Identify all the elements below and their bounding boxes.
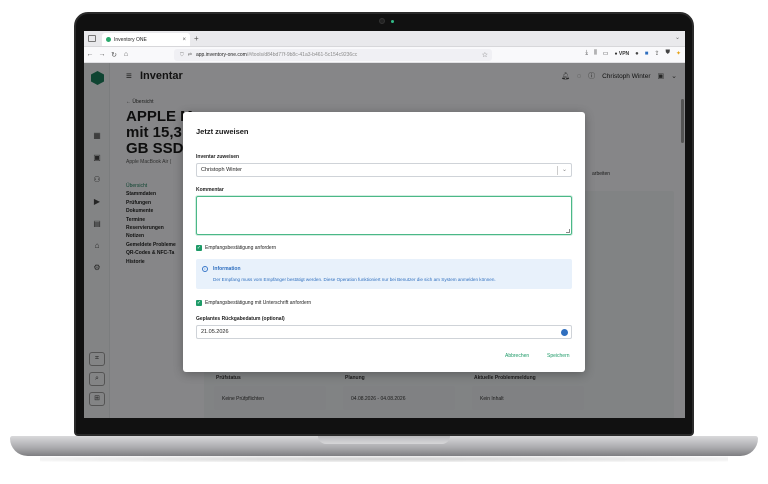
shield-icon: ⛉ (180, 52, 184, 58)
close-tab-icon[interactable]: × (182, 37, 186, 43)
assign-dialog: Jetzt zuweisen Inventar zuweisen Christo… (183, 112, 585, 372)
toolbar-icons: ⤓ ⫼ ▭ ● VPN ● ■ ⇪ ⛊ ✦ (585, 50, 681, 57)
info-icon: i (202, 266, 208, 272)
laptop-mockup: Inventory ONE × + ⌄ ← → ↻ ⌂ ⛉ ⇄ app.inve… (0, 0, 768, 484)
browser-toolbar: ← → ↻ ⌂ ⛉ ⇄ app.inventory-one.com/#/tool… (84, 47, 685, 63)
select-divider (557, 166, 558, 175)
receipt-checkbox-label: Empfangsbestätigung anfordern (205, 245, 277, 251)
new-tab-button[interactable]: + (194, 34, 199, 43)
receipt-checkbox-row[interactable]: ✓ Empfangsbestätigung anfordern (196, 245, 276, 251)
return-date-value: 21.05.2026 (201, 329, 229, 335)
home-icon[interactable]: ⌂ (120, 51, 132, 58)
assignee-value: Christoph Winter (201, 167, 242, 173)
tab-title: Inventory ONE (114, 36, 147, 43)
tab-list-icon[interactable]: ⌄ (675, 34, 680, 41)
assignee-select[interactable]: Christoph Winter ⌄ (196, 163, 572, 177)
url-host: app.inventory-one.com (195, 52, 247, 58)
camera (379, 18, 385, 24)
extensions-icon[interactable]: ✦ (676, 50, 681, 57)
extension-icon[interactable]: ● (635, 51, 639, 57)
laptop-opening-notch (318, 436, 450, 444)
info-text: Der Empfang muss vom Empfänger bestätigt… (213, 277, 496, 282)
url-path: /#/tools/d84bd77f-9b8c-41a3-b461-5c154c9… (246, 52, 358, 58)
comment-textarea[interactable] (196, 196, 572, 235)
save-button[interactable]: Speichern (547, 353, 570, 359)
browser-tab[interactable]: Inventory ONE × (102, 33, 190, 46)
url-bar[interactable]: ⛉ ⇄ app.inventory-one.com/#/tools/d84bd7… (174, 49, 492, 61)
share-icon[interactable]: ⇪ (654, 50, 659, 57)
browser-tab-bar: Inventory ONE × + ⌄ (84, 31, 685, 47)
download-icon[interactable]: ⤓ (585, 50, 588, 57)
permissions-icon: ⇄ (187, 52, 192, 58)
receipt-checkbox[interactable]: ✓ (196, 245, 202, 251)
resize-handle-icon[interactable] (566, 229, 570, 233)
screen: Inventory ONE × + ⌄ ← → ↻ ⌂ ⛉ ⇄ app.inve… (84, 31, 685, 418)
bookmark-star-icon[interactable]: ☆ (482, 51, 488, 59)
reload-icon[interactable]: ↻ (108, 51, 120, 59)
info-box: i Information Der Empfang muss vom Empfä… (196, 259, 572, 289)
shield-ext-icon[interactable]: ⛊ (665, 50, 670, 57)
assign-label: Inventar zuweisen (196, 154, 240, 160)
calendar-picker-icon[interactable] (561, 329, 568, 336)
info-title: Information (213, 266, 241, 272)
chevron-down-icon[interactable]: ⌄ (562, 166, 567, 173)
back-arrow-icon[interactable]: ← (84, 51, 96, 58)
cancel-button[interactable]: Abbrechen (505, 353, 529, 359)
library-icon[interactable]: ⫼ (594, 50, 597, 57)
signature-checkbox-label: Empfangsbestätigung mit Unterschrift anf… (205, 300, 312, 306)
vpn-badge[interactable]: ● VPN (614, 51, 629, 57)
sidebar-toggle-icon[interactable] (88, 35, 96, 42)
reader-icon[interactable]: ▭ (603, 50, 609, 57)
signature-checkbox-row[interactable]: ✓ Empfangsbestätigung mit Unterschrift a… (196, 300, 311, 306)
favicon-icon (106, 37, 111, 42)
camera-led (391, 20, 394, 23)
signature-checkbox[interactable]: ✓ (196, 300, 202, 306)
return-date-input[interactable]: 21.05.2026 (196, 325, 572, 339)
comment-label: Kommentar (196, 187, 224, 193)
dialog-title: Jetzt zuweisen (196, 127, 249, 136)
return-date-label: Geplantes Rückgabedatum (optional) (196, 316, 285, 322)
laptop-shadow (40, 456, 728, 462)
forward-arrow-icon[interactable]: → (96, 51, 108, 58)
extension-blue-icon[interactable]: ■ (645, 51, 649, 57)
